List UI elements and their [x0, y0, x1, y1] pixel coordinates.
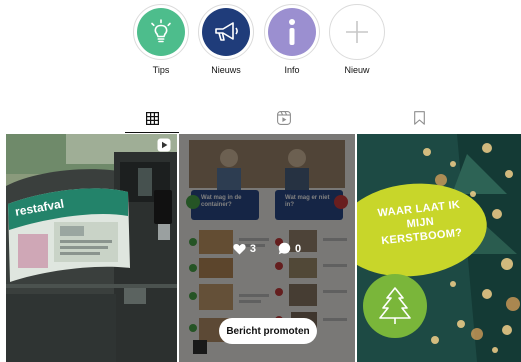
bookmark-icon — [413, 111, 425, 125]
comment-count: 0 — [278, 242, 301, 255]
plus-icon — [346, 21, 368, 43]
highlight-label: Tips — [152, 65, 170, 75]
post-headline: Waar laat ik mijn kerstboom? — [376, 198, 463, 248]
post-thumbnail[interactable]: Waar laat ik mijn kerstboom? — [357, 134, 521, 362]
promote-post-button[interactable]: Bericht promoten — [219, 318, 317, 344]
highlight-ring — [264, 4, 320, 60]
highlight-label: Nieuws — [211, 65, 241, 75]
highlight-cover — [202, 8, 250, 56]
story-highlights: Tips Nieuws Info Nieuw — [0, 0, 521, 90]
comment-icon — [278, 242, 291, 255]
megaphone-icon — [215, 22, 238, 41]
highlight-ring — [329, 4, 385, 60]
heart-icon — [233, 243, 246, 254]
like-count: 3 — [233, 242, 256, 255]
like-count-value: 3 — [249, 242, 256, 255]
profile-tabs — [0, 103, 521, 133]
tab-saved[interactable] — [392, 103, 446, 133]
highlight-ring — [198, 4, 254, 60]
highlight-new[interactable]: Nieuw — [327, 4, 387, 75]
highlight-tips[interactable]: Tips — [131, 4, 191, 75]
highlight-label: Info — [284, 65, 300, 75]
tab-reels[interactable] — [257, 103, 311, 133]
highlight-ring — [133, 4, 189, 60]
info-icon — [289, 19, 295, 45]
post-grid: restafval 3 0 Bericht promoten WAAR LAAT… — [6, 134, 521, 362]
tree-badge — [363, 274, 427, 338]
highlight-label: Nieuw — [344, 65, 370, 75]
post-stats: 3 0 — [179, 242, 355, 255]
grid-icon — [145, 111, 159, 125]
tree-icon — [379, 287, 411, 324]
highlight-info[interactable]: Info — [262, 4, 322, 75]
comment-count-value: 0 — [295, 242, 302, 255]
highlight-cover — [333, 8, 381, 56]
reel-play-icon — [157, 138, 171, 152]
highlight-cover — [268, 8, 316, 56]
lightbulb-icon — [151, 19, 171, 43]
post-thumbnail-hovered[interactable]: Wat mag in de container? Wat mag er niet… — [179, 134, 355, 362]
waste-container-photo — [6, 134, 177, 362]
highlight-cover — [137, 8, 185, 56]
post-thumbnail[interactable]: restafval — [6, 134, 177, 362]
highlight-nieuws[interactable]: Nieuws — [196, 4, 256, 75]
reels-icon — [277, 111, 291, 125]
tab-posts[interactable] — [125, 103, 179, 133]
